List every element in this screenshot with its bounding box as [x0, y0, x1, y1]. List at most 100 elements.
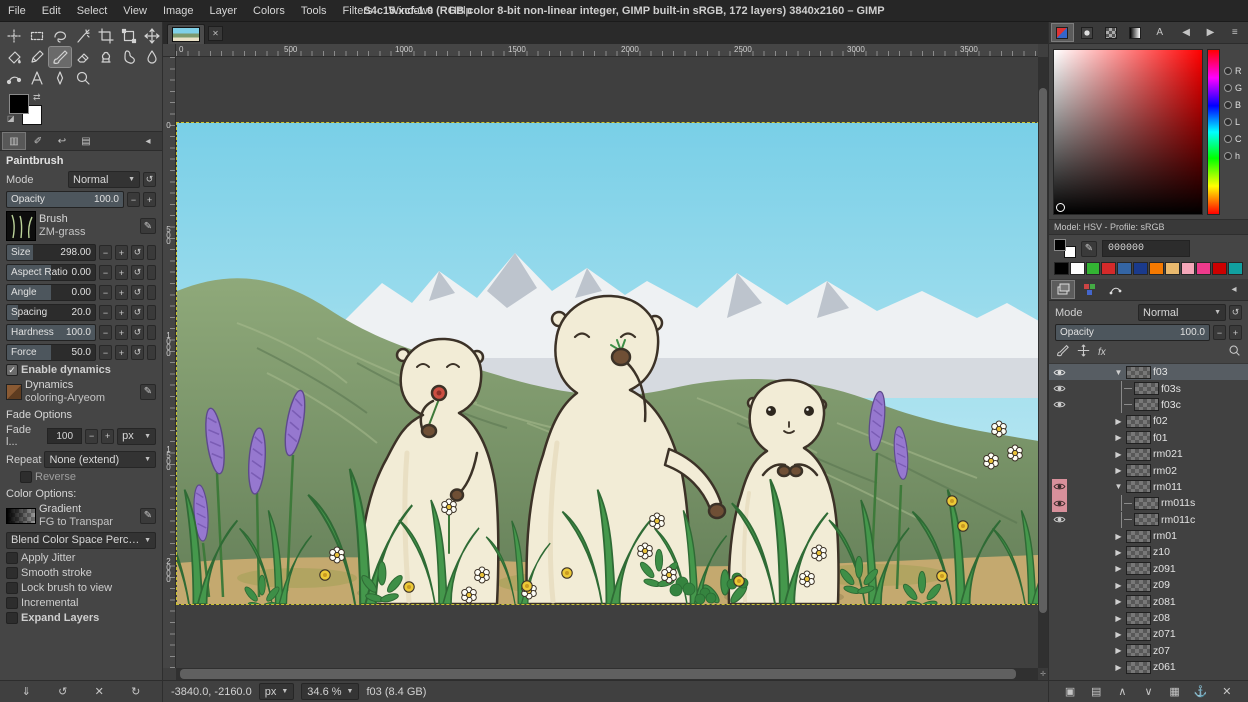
edit-color-button[interactable]: ✎ [1081, 241, 1097, 257]
layer-row[interactable]: ▶ z061 [1049, 659, 1248, 675]
force-increment[interactable]: + [115, 345, 128, 360]
layer-row[interactable]: ▶ z07 [1049, 643, 1248, 659]
size-reset[interactable]: ↺ [131, 245, 144, 260]
edit-gradient-button[interactable]: ✎ [140, 508, 156, 524]
layer-mode-select[interactable]: Normal ▼ [1138, 304, 1226, 321]
layer-row[interactable]: ▶ z091 [1049, 561, 1248, 577]
fade-unit-select[interactable]: px ▼ [117, 428, 156, 445]
visibility-toggle[interactable] [1052, 380, 1067, 396]
history-swatch[interactable] [1228, 262, 1243, 275]
layer-name[interactable]: z061 [1153, 661, 1176, 673]
rectangle-select-tool-icon[interactable] [26, 26, 48, 46]
layer-name[interactable]: z09 [1153, 579, 1170, 591]
dock-menu-icon[interactable]: ◂ [136, 132, 160, 150]
layer-name[interactable]: rm02 [1153, 465, 1177, 477]
mode-reset-button[interactable]: ↺ [143, 172, 156, 187]
pencil-tool-icon[interactable] [26, 47, 48, 67]
hardness-decrement[interactable]: − [99, 325, 112, 340]
expander-icon[interactable]: ▶ [1113, 548, 1124, 557]
layer-opacity-increment[interactable]: + [1229, 325, 1242, 340]
expander-icon[interactable]: ▶ [1113, 532, 1124, 541]
menu-layer[interactable]: Layer [202, 2, 246, 20]
image-tab[interactable] [167, 24, 205, 44]
layer-name[interactable]: rm011 [1153, 481, 1182, 493]
visibility-toggle[interactable] [1052, 397, 1067, 413]
hardness-slider[interactable]: Hardness 100.0 [6, 324, 96, 341]
layer-name[interactable]: z081 [1153, 596, 1176, 608]
layer-row[interactable]: ▶ f02 [1049, 413, 1248, 429]
tab-gradients[interactable] [1124, 23, 1146, 42]
layer-row[interactable]: ▼ rm011 [1049, 479, 1248, 495]
layer-name[interactable]: f03s [1161, 383, 1181, 395]
layer-row[interactable]: ▶ z10 [1049, 544, 1248, 560]
foreground-color-swatch[interactable] [9, 94, 29, 114]
mode-select[interactable]: Normal ▼ [68, 171, 140, 188]
channel-r[interactable]: R [1224, 63, 1244, 78]
horizontal-ruler[interactable]: 0 500 1000 1500 2000 2500 3000 3500 [176, 44, 1038, 57]
history-swatch[interactable] [1133, 262, 1148, 275]
reverse-checkbox[interactable] [20, 471, 32, 483]
layer-name[interactable]: rm011s [1161, 497, 1195, 509]
layer-name[interactable]: z10 [1153, 546, 1170, 558]
angle-slider[interactable]: Angle 0.00 [6, 284, 96, 301]
angle-reset[interactable]: ↺ [131, 285, 144, 300]
zoom-tool-icon[interactable] [72, 68, 94, 88]
blend-color-space-select[interactable]: Blend Color Space Perce... ▼ [6, 532, 156, 549]
size-increment[interactable]: + [115, 245, 128, 260]
default-colors-icon[interactable]: ◪ [7, 114, 15, 123]
history-swatch[interactable] [1165, 262, 1180, 275]
layer-mode-switch-button[interactable]: ↺ [1229, 305, 1242, 320]
layer-row[interactable]: ▶ f01 [1049, 430, 1248, 446]
brush-preview[interactable] [6, 211, 36, 241]
layer-name[interactable]: f03 [1153, 366, 1168, 378]
horizontal-scroll-thumb[interactable] [180, 669, 1016, 679]
dock-menu-icon[interactable]: ◂ [1222, 280, 1246, 299]
force-slider[interactable]: Force 50.0 [6, 344, 96, 361]
history-swatch[interactable] [1212, 262, 1227, 275]
force-link-toggle[interactable] [147, 345, 156, 360]
force-reset[interactable]: ↺ [131, 345, 144, 360]
channel-g[interactable]: G [1224, 80, 1244, 95]
free-select-tool-icon[interactable] [49, 26, 71, 46]
close-tab-button[interactable]: ✕ [208, 26, 223, 41]
expander-icon[interactable]: ▶ [1113, 466, 1124, 475]
duplicate-layer-button[interactable]: ▦ [1165, 683, 1185, 701]
menu-file[interactable]: File [0, 2, 34, 20]
layer-row[interactable]: ▶ z071 [1049, 626, 1248, 642]
move-tool-icon[interactable] [141, 26, 163, 46]
history-swatch[interactable] [1101, 262, 1116, 275]
force-decrement[interactable]: − [99, 345, 112, 360]
layer-row[interactable]: ▶ z09 [1049, 577, 1248, 593]
save-tool-preset-button[interactable]: ⇓ [16, 683, 36, 701]
spacing-reset[interactable]: ↺ [131, 305, 144, 320]
horizontal-scrollbar[interactable] [176, 668, 1038, 680]
reset-tool-options-button[interactable]: ↻ [126, 683, 146, 701]
foreground-chip[interactable] [1054, 239, 1066, 251]
visibility-toggle[interactable] [1052, 446, 1067, 462]
spacing-decrement[interactable]: − [99, 305, 112, 320]
transform-tool-icon[interactable] [118, 26, 140, 46]
spacing-link-toggle[interactable] [147, 305, 156, 320]
hex-input[interactable]: 000000 [1102, 240, 1190, 257]
tab-fonts[interactable]: A [1149, 23, 1171, 42]
fade-length-value[interactable]: 100 [47, 428, 82, 444]
visibility-toggle[interactable] [1052, 479, 1067, 495]
size-link-toggle[interactable] [147, 245, 156, 260]
zoom-select[interactable]: 34.6 % ▼ [301, 683, 359, 700]
channel-c[interactable]: C [1224, 131, 1244, 146]
aspect-ratio-slider[interactable]: Aspect Ratio 0.00 [6, 264, 96, 281]
ink-tool-icon[interactable] [49, 68, 71, 88]
tab-tool-options[interactable]: ▥ [2, 132, 26, 150]
new-layer-button[interactable]: ▣ [1060, 683, 1080, 701]
expand-layers-checkbox[interactable] [6, 612, 18, 624]
expander-icon[interactable]: ▶ [1113, 663, 1124, 672]
navigation-preview-button[interactable]: ✛ [1038, 668, 1048, 680]
visibility-toggle[interactable] [1052, 659, 1067, 675]
layer-row[interactable]: rm011s [1049, 495, 1248, 511]
color-options-header[interactable]: Color Options: [6, 486, 156, 500]
tab-brushes[interactable] [1076, 23, 1098, 42]
layer-opacity-decrement[interactable]: − [1213, 325, 1226, 340]
layer-name[interactable]: rm021 [1153, 448, 1183, 460]
saturation-value-square[interactable] [1053, 49, 1203, 215]
layer-name[interactable]: z08 [1153, 612, 1170, 624]
